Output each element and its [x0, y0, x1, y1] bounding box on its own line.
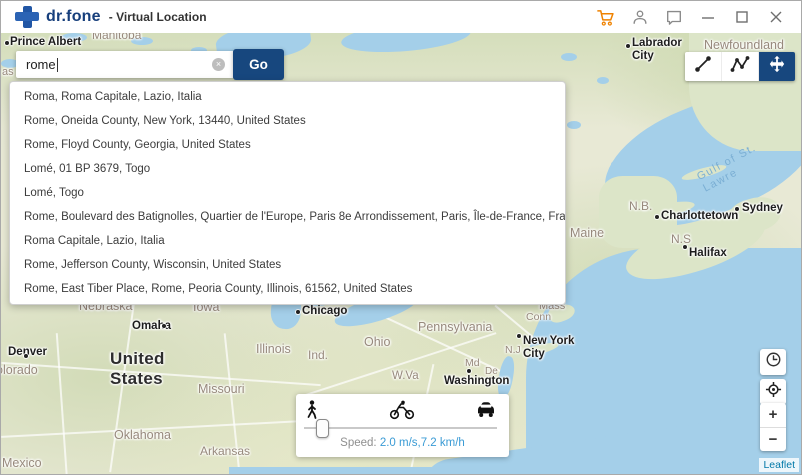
map-region-label: Illinois — [256, 342, 291, 356]
small-lake — [567, 121, 581, 129]
window-title: - Virtual Location — [109, 10, 207, 24]
bay-water — [340, 33, 472, 57]
map-region-label: Missouri — [198, 382, 245, 396]
car-icon[interactable] — [475, 400, 497, 423]
map-region-label: Pennsylvania — [418, 320, 492, 334]
search-result-item[interactable]: Rome, Floyd County, Georgia, United Stat… — [10, 133, 565, 157]
map-region-label: N.B. — [629, 200, 652, 214]
small-lake — [561, 53, 577, 61]
message-icon[interactable] — [664, 8, 683, 27]
mode-button-group — [685, 52, 795, 81]
map-road-line — [56, 333, 68, 474]
search-result-item[interactable]: Rome, Boulevard des Batignolles, Quartie… — [10, 205, 565, 229]
search-result-item[interactable]: Roma Capitale, Lazio, Italia — [10, 229, 565, 253]
clear-search-icon[interactable]: × — [212, 58, 225, 71]
search-result-item[interactable]: Lomé, 01 BP 3679, Togo — [10, 157, 565, 181]
title-bar: dr.fone - Virtual Location — [1, 1, 801, 34]
map-canvas[interactable]: Prince Albert Labrador City Charlottetown S… — [1, 33, 801, 474]
map-region-label: Manitoba — [92, 33, 141, 43]
clock-icon — [765, 351, 782, 373]
teleport-mode-icon — [768, 55, 786, 78]
map-region-label: Ind. — [308, 349, 328, 363]
multi-stop-route-button[interactable] — [722, 52, 759, 81]
go-button[interactable]: Go — [233, 49, 284, 80]
search-result-item[interactable]: Lomé, Togo — [10, 181, 565, 205]
close-icon[interactable] — [766, 8, 785, 27]
minimize-icon[interactable] — [698, 8, 717, 27]
titlebar-actions — [596, 1, 801, 33]
map-region-label: Md — [465, 357, 480, 369]
map-region-label: as — [2, 66, 14, 79]
maximize-icon[interactable] — [732, 8, 751, 27]
locate-icon — [765, 381, 782, 403]
coastal-water-strip — [229, 467, 801, 474]
search-result-item[interactable]: Rome, East Tiber Place, Rome, Peoria Cou… — [10, 277, 565, 301]
map-city-label: Charlottetown — [661, 210, 738, 223]
map-city-label: Chicago — [302, 305, 347, 318]
map-city-label: New York City — [523, 335, 574, 361]
speed-label: Speed: — [340, 437, 376, 449]
app-window: dr.fone - Virtual Location — [0, 0, 802, 475]
city-dot-icon — [5, 41, 9, 45]
map-region-label: Maine — [570, 226, 604, 240]
map-region-label: Mexico — [2, 456, 42, 470]
city-dot-icon — [655, 215, 659, 219]
speed-slider-track[interactable] — [304, 427, 497, 429]
city-dot-icon — [467, 369, 471, 373]
speed-panel: Speed: 2.0 m/s,7.2 km/h — [296, 394, 509, 457]
history-button[interactable] — [760, 349, 786, 375]
map-city-label: Sydney — [742, 202, 783, 215]
brand-name: dr.fone — [46, 8, 101, 26]
city-dot-icon — [626, 44, 630, 48]
text-caret — [57, 58, 58, 72]
map-region-label: Ohio — [364, 335, 390, 349]
speed-slider-thumb[interactable] — [316, 419, 329, 438]
cart-icon[interactable] — [596, 8, 615, 27]
speed-readout: Speed: 2.0 m/s,7.2 km/h — [296, 437, 509, 449]
map-region-label: Newfoundland — [704, 38, 784, 52]
small-lake — [597, 77, 609, 84]
map-country-label: United States — [110, 349, 165, 388]
map-region-label: N.S — [671, 233, 691, 247]
search-result-item[interactable]: Rome, Jefferson County, Wisconsin, Unite… — [10, 253, 565, 277]
drfone-logo-icon — [15, 6, 39, 28]
center-location-button[interactable] — [760, 379, 786, 405]
speed-value: 2.0 m/s,7.2 km/h — [380, 437, 465, 449]
leaflet-attribution[interactable]: Leaflet — [759, 458, 799, 472]
zoom-out-button[interactable]: − — [760, 428, 786, 452]
zoom-control: + − — [760, 403, 786, 451]
user-icon[interactable] — [630, 8, 649, 27]
one-stop-route-button[interactable] — [685, 52, 722, 81]
city-dot-icon — [162, 324, 166, 328]
search-input-value: rome — [26, 57, 56, 72]
map-city-label: Washington — [444, 375, 509, 388]
bike-icon[interactable] — [389, 400, 415, 425]
city-dot-icon — [517, 334, 521, 338]
city-dot-icon — [735, 207, 739, 211]
map-region-label: De — [485, 366, 498, 378]
map-region-label: Conn — [526, 311, 551, 323]
city-dot-icon — [24, 354, 28, 358]
search-input[interactable]: rome — [16, 51, 233, 78]
zoom-in-button[interactable]: + — [760, 403, 786, 428]
multi-stop-route-icon — [730, 54, 750, 79]
map-region-label: Colorado — [1, 363, 38, 377]
one-stop-route-icon — [693, 54, 713, 79]
search-results-dropdown: Roma, Roma Capitale, Lazio, ItaliaRome, … — [9, 81, 566, 305]
map-region-label: W.Va — [392, 370, 419, 383]
teleport-mode-button[interactable] — [759, 52, 795, 81]
search-result-item[interactable]: Roma, Roma Capitale, Lazio, Italia — [10, 85, 565, 109]
city-dot-icon — [296, 310, 300, 314]
map-city-label: Labrador City — [632, 37, 682, 63]
map-region-label: Oklahoma — [114, 428, 171, 442]
map-city-label: Halifax — [689, 247, 727, 260]
search-result-item[interactable]: Rome, Oneida County, New York, 13440, Un… — [10, 109, 565, 133]
map-city-label: Prince Albert — [10, 36, 81, 49]
map-region-label: N.J — [505, 344, 521, 356]
map-region-label: Arkansas — [200, 445, 250, 459]
